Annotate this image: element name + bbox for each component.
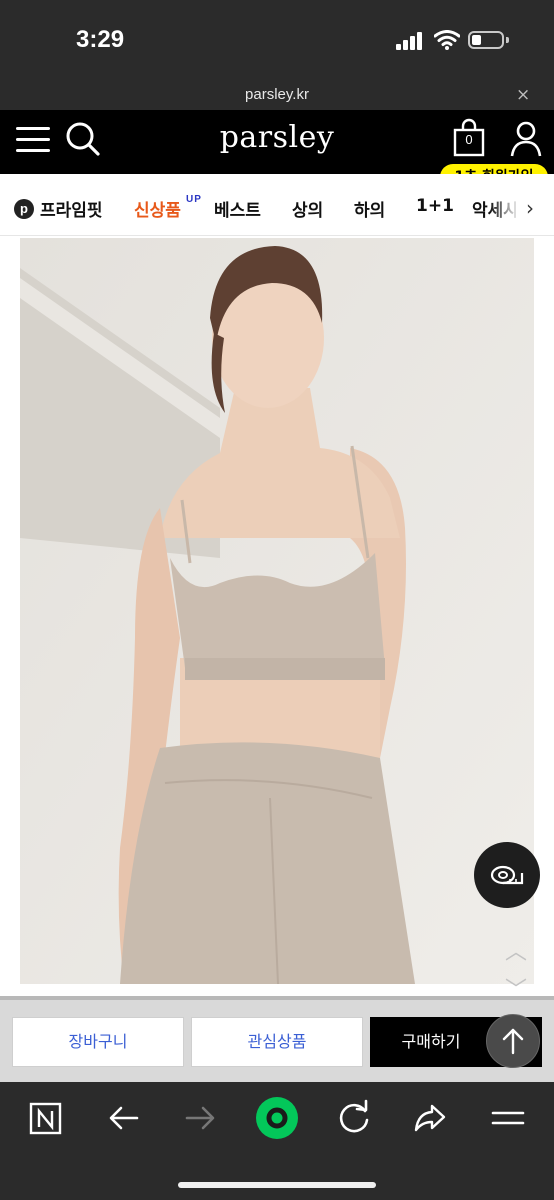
nav-item-1plus1[interactable]: 1+1 [416,196,454,216]
wishlist-button[interactable]: 관심상품 [191,1017,363,1067]
battery-nub [506,37,509,43]
status-time: 3:29 [76,26,125,53]
nav-item-tops[interactable]: 상의 [292,196,323,221]
add-to-cart-button[interactable]: 장바구니 [12,1017,184,1067]
scroll-to-top-button[interactable] [486,1014,540,1068]
naver-green-dot-icon[interactable] [254,1096,300,1140]
wifi-icon [434,30,460,50]
size-measure-button[interactable] [474,842,540,908]
battery-icon [468,31,504,49]
more-menu-icon[interactable] [488,1096,528,1140]
cart-count: 0 [465,132,473,147]
home-indicator [178,1182,376,1188]
tape-measure-icon [490,865,524,885]
url-text[interactable]: parsley.kr [0,86,554,103]
nav-item-primefit[interactable]: 프라임핏 [40,196,103,221]
nav-fade [490,182,520,230]
product-photo-illustration [20,238,534,984]
up-badge: UP [186,194,202,205]
nav-item-new[interactable]: 신상품 [134,196,181,221]
share-icon[interactable] [410,1096,450,1140]
user-icon[interactable] [508,120,544,158]
refresh-icon[interactable] [334,1096,374,1140]
prime-badge: p [14,199,34,219]
nav-item-best[interactable]: 베스트 [214,196,261,221]
chevron-right-icon[interactable]: › [526,196,534,220]
back-arrow-icon[interactable] [104,1096,144,1140]
close-icon[interactable]: × [516,85,530,105]
cellular-signal-icon [396,32,424,50]
product-photo[interactable] [20,238,534,984]
scroll-up-icon[interactable]: ︿ [505,934,527,966]
nav-item-bottoms[interactable]: 하의 [354,196,385,221]
forward-arrow-icon[interactable] [180,1096,220,1140]
arrow-up-icon [502,1028,524,1055]
naver-home-icon[interactable] [26,1096,66,1140]
